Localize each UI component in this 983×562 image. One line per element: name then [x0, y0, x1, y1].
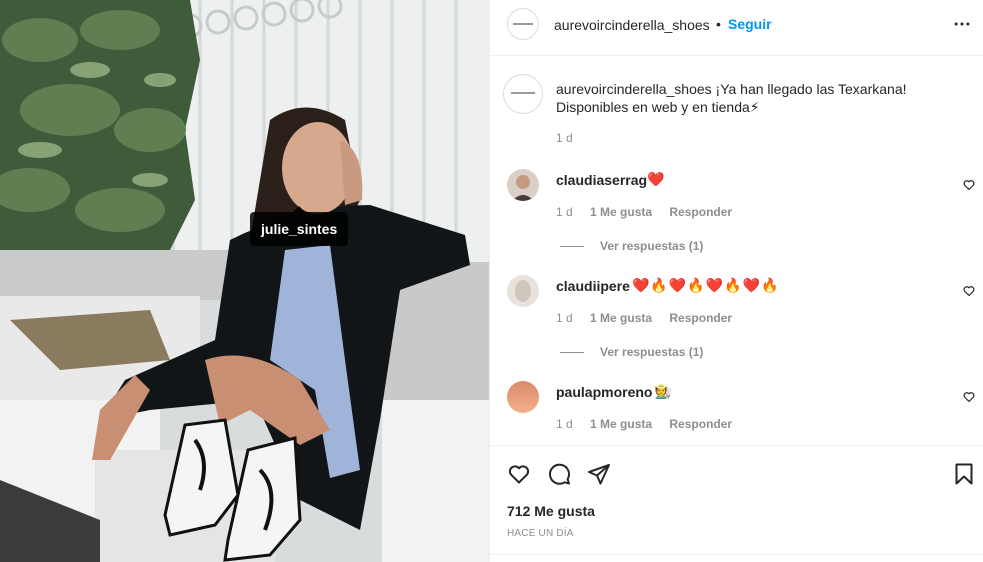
bookmark-icon[interactable]: [952, 462, 976, 486]
caption-username[interactable]: aurevoircinderella_shoes: [556, 81, 712, 97]
comment-time[interactable]: 1 d: [556, 417, 573, 431]
comment-meta: 1 d 1 Me gusta Responder: [556, 311, 746, 325]
reply-button[interactable]: Responder: [669, 417, 732, 431]
replies-line: [560, 246, 584, 248]
post-side-panel: aurevoircinderella_shoes • Seguir aurevo…: [489, 0, 983, 562]
comment-like-icon[interactable]: [963, 391, 975, 403]
comment-meta: 1 d 1 Me gusta Responder: [556, 417, 746, 431]
commenter-avatar[interactable]: [507, 381, 539, 413]
comment-username[interactable]: claudiipere: [556, 278, 630, 294]
user-tag[interactable]: julie_sintes: [250, 206, 349, 246]
more-horizontal-icon[interactable]: [952, 14, 972, 34]
replies-line: [560, 352, 584, 354]
commenter-avatar[interactable]: [507, 275, 539, 307]
comment-username[interactable]: paulapmoreno: [556, 384, 652, 400]
author-avatar[interactable]: [507, 8, 539, 40]
comment-item: claudiaserrag ❤️ 1 d 1 Me gusta Responde…: [490, 169, 983, 275]
follow-button[interactable]: Seguir: [728, 16, 772, 32]
caption-text-block: aurevoircinderella_shoes ¡Ya han llegado…: [556, 80, 976, 116]
post-timestamp[interactable]: HACE UN DÍA: [507, 528, 574, 539]
comment-like-icon[interactable]: [963, 179, 975, 191]
view-replies-button[interactable]: Ver respuestas (1): [560, 345, 703, 359]
post-actions: 712 Me gusta HACE UN DÍA: [490, 445, 983, 562]
comment-likes[interactable]: 1 Me gusta: [590, 311, 652, 325]
view-replies-label: Ver respuestas (1): [600, 345, 704, 359]
separator-dot: •: [716, 16, 721, 32]
comment-time[interactable]: 1 d: [556, 311, 573, 325]
reply-button[interactable]: Responder: [669, 311, 732, 325]
commenter-avatar[interactable]: [507, 169, 539, 201]
view-replies-button[interactable]: Ver respuestas (1): [560, 239, 703, 253]
send-icon[interactable]: [587, 462, 611, 486]
comment-text: ❤️🔥❤️🔥❤️🔥❤️🔥: [632, 277, 780, 293]
comment-like-icon[interactable]: [963, 285, 975, 297]
comment-username[interactable]: claudiaserrag: [556, 172, 647, 188]
likes-count[interactable]: 712 Me gusta: [507, 503, 595, 519]
post-photo[interactable]: julie_sintes: [0, 0, 489, 562]
comment-text: 🧑‍🌾: [654, 383, 673, 399]
caption-timestamp[interactable]: 1 d: [556, 131, 573, 145]
reply-button[interactable]: Responder: [669, 205, 732, 219]
divider: [490, 554, 983, 555]
comment-item: claudiipere ❤️🔥❤️🔥❤️🔥❤️🔥 1 d 1 Me gusta …: [490, 275, 983, 381]
comment-icon[interactable]: [547, 462, 571, 486]
post-image: [0, 0, 489, 562]
comment-likes[interactable]: 1 Me gusta: [590, 205, 652, 219]
view-replies-label: Ver respuestas (1): [600, 239, 704, 253]
comment-text: ❤️: [647, 171, 666, 187]
comment-likes[interactable]: 1 Me gusta: [590, 417, 652, 431]
caption-author-avatar[interactable]: [503, 74, 543, 114]
author-username[interactable]: aurevoircinderella_shoes: [554, 17, 710, 33]
comment-time[interactable]: 1 d: [556, 205, 573, 219]
post-header: aurevoircinderella_shoes • Seguir: [490, 0, 983, 56]
comment-meta: 1 d 1 Me gusta Responder: [556, 205, 746, 219]
heart-icon[interactable]: [507, 462, 531, 486]
